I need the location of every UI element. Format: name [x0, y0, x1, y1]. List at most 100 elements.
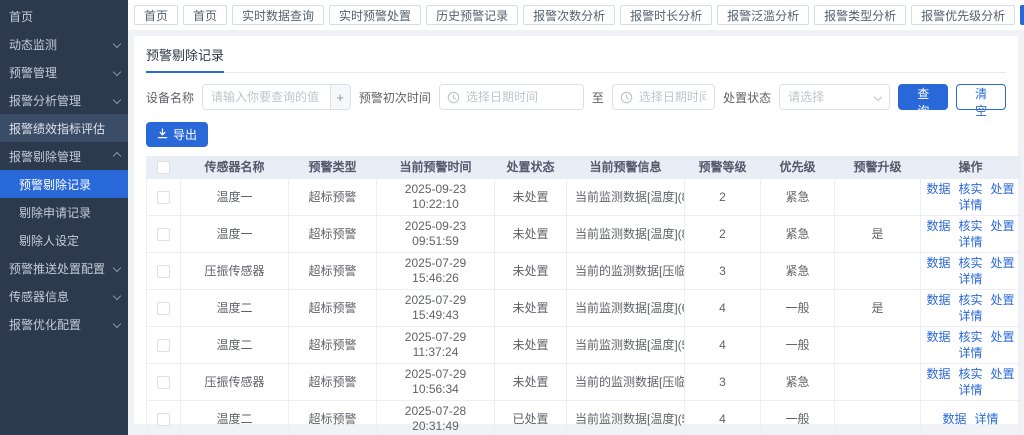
handle-status-select[interactable]	[779, 84, 890, 110]
sidebar-item-remover-setting[interactable]: 剔除人设定	[0, 226, 128, 254]
row-checkbox[interactable]	[157, 376, 170, 389]
title-row: 预警剔除记录	[146, 36, 1006, 73]
tab-label: 实时预警处置	[339, 7, 411, 24]
action-verify-link[interactable]: 核实	[958, 330, 982, 345]
tab-label: 报警优先级分析	[921, 7, 1005, 24]
action-handle-link[interactable]: 处置	[991, 330, 1015, 345]
table-row: 压振传感器 超标预警 2025-07-29 15:46:26 未处置 当前的监测…	[147, 253, 1021, 290]
action-data-link[interactable]: 数据	[926, 367, 950, 382]
action-handle-link[interactable]: 处置	[991, 219, 1015, 234]
row-checkbox[interactable]	[157, 265, 170, 278]
tab-realtime-alert-handle[interactable]: 实时预警处置	[329, 5, 421, 25]
action-verify-link[interactable]: 核实	[958, 182, 982, 197]
export-label: 导出	[173, 126, 197, 143]
action-verify-link[interactable]: 核实	[958, 219, 982, 234]
cell-info: 当前监测数据[温度](59.0...	[567, 401, 685, 435]
sidebar-item-label: 报警绩效指标评估	[9, 120, 120, 137]
action-detail-link[interactable]: 详情	[958, 235, 982, 250]
sidebar: 首页 动态监测 预警管理 报警分析管理 报警绩效指标评估 报警剔除管理 预警剔除…	[0, 0, 128, 435]
action-detail-link[interactable]: 详情	[958, 383, 982, 398]
row-checkbox[interactable]	[157, 339, 170, 352]
cell-upgrade	[835, 179, 921, 216]
handle-status-label: 处置状态	[723, 89, 771, 106]
cell-info: 当前监测数据[温度](83.0...	[567, 179, 685, 216]
action-handle-link[interactable]: 处置	[991, 293, 1015, 308]
sidebar-item-removal-mgmt[interactable]: 报警剔除管理	[0, 142, 128, 170]
device-name-input[interactable]	[203, 85, 330, 109]
cell-upgrade	[835, 327, 921, 364]
tab-home-2[interactable]: 首页	[183, 5, 227, 25]
table-header-row: 传感器名称 预警类型 当前预警时间 处置状态 当前预警信息 预警等级 优先级 预…	[147, 157, 1021, 179]
cell-status: 未处置	[495, 179, 567, 216]
sidebar-item-kpi-evaluation[interactable]: 报警绩效指标评估	[0, 114, 128, 142]
cell-time: 2025-07-29 11:37:24	[377, 327, 495, 364]
sidebar-item-alarm-analysis-mgmt[interactable]: 报警分析管理	[0, 86, 128, 114]
cell-time: 2025-07-29 15:46:26	[377, 253, 495, 290]
action-detail-link[interactable]: 详情	[958, 309, 982, 324]
action-detail-link[interactable]: 详情	[958, 346, 982, 361]
cell-time: 2025-07-29 10:56:34	[377, 364, 495, 401]
sidebar-item-sensor-info[interactable]: 传感器信息	[0, 282, 128, 310]
end-datetime-field	[612, 84, 715, 110]
sidebar-item-optimize-config[interactable]: 报警优化配置	[0, 310, 128, 338]
tab-history-alert-records[interactable]: 历史预警记录	[426, 5, 518, 25]
sidebar-item-label: 剔除人设定	[19, 232, 120, 249]
action-data-link[interactable]: 数据	[926, 256, 950, 271]
tab-alarm-flood-analysis[interactable]: 报警泛滥分析	[717, 5, 809, 25]
action-data-link[interactable]: 数据	[926, 293, 950, 308]
row-checkbox[interactable]	[157, 302, 170, 315]
action-data-link[interactable]: 数据	[926, 330, 950, 345]
tab-alarm-duration-analysis[interactable]: 报警时长分析	[620, 5, 712, 25]
sidebar-item-label: 预警管理	[9, 64, 110, 81]
action-verify-link[interactable]: 核实	[958, 293, 982, 308]
tab-alarm-priority-analysis[interactable]: 报警优先级分析	[911, 5, 1015, 25]
cell-sensor: 压振传感器	[181, 253, 289, 290]
tab-home-1[interactable]: 首页	[134, 5, 178, 25]
action-detail-link[interactable]: 详情	[958, 198, 982, 213]
cell-priority: 一般	[761, 401, 835, 435]
row-checkbox[interactable]	[157, 413, 170, 426]
action-data-link[interactable]: 数据	[926, 182, 950, 197]
sidebar-item-push-handle-config[interactable]: 预警推送处置配置	[0, 254, 128, 282]
action-handle-link[interactable]: 处置	[991, 256, 1015, 271]
cell-sensor: 温度二	[181, 290, 289, 327]
sidebar-item-alert-mgmt[interactable]: 预警管理	[0, 58, 128, 86]
action-verify-link[interactable]: 核实	[958, 256, 982, 271]
tab-label: 实时数据查询	[242, 7, 314, 24]
main-area: 首页 首页 实时数据查询 实时预警处置 历史预警记录 报警次数分析 报警时长分析…	[128, 0, 1024, 435]
clear-button[interactable]: 清空	[956, 84, 1006, 110]
tab-removal-records-active[interactable]: 预警剔除记录 ×	[1020, 5, 1024, 25]
col-alert-upgrade: 预警升级	[835, 157, 921, 179]
tab-realtime-data-query[interactable]: 实时数据查询	[232, 5, 324, 25]
action-data-link[interactable]: 数据	[942, 412, 966, 427]
tab-alarm-count-analysis[interactable]: 报警次数分析	[523, 5, 615, 25]
cell-type: 超标预警	[289, 364, 377, 401]
row-checkbox[interactable]	[157, 191, 170, 204]
tab-alarm-type-analysis[interactable]: 报警类型分析	[814, 5, 906, 25]
tab-label: 首页	[144, 7, 168, 24]
select-all-checkbox[interactable]	[157, 161, 170, 174]
search-button[interactable]: 查询	[898, 84, 948, 110]
download-icon	[157, 128, 168, 142]
cell-sensor: 温度一	[181, 179, 289, 216]
sidebar-item-removal-records[interactable]: 预警剔除记录	[0, 170, 128, 198]
action-handle-link[interactable]: 处置	[991, 367, 1015, 382]
cell-level: 4	[685, 327, 761, 364]
start-datetime-input[interactable]	[440, 85, 583, 109]
sidebar-item-removal-apply-records[interactable]: 剔除申请记录	[0, 198, 128, 226]
to-label: 至	[592, 89, 604, 106]
toolbar: 导出	[146, 122, 1006, 147]
sidebar-item-dynamic-monitor[interactable]: 动态监测	[0, 30, 128, 58]
add-condition-button[interactable]: +	[330, 85, 350, 109]
action-data-link[interactable]: 数据	[926, 219, 950, 234]
action-detail-link[interactable]: 详情	[975, 412, 999, 427]
sidebar-item-home[interactable]: 首页	[0, 2, 128, 30]
device-name-field: +	[202, 84, 351, 110]
action-detail-link[interactable]: 详情	[958, 272, 982, 287]
export-button[interactable]: 导出	[146, 122, 208, 147]
row-checkbox[interactable]	[157, 228, 170, 241]
cell-priority: 一般	[761, 327, 835, 364]
chevron-down-icon	[113, 264, 121, 272]
action-verify-link[interactable]: 核实	[958, 367, 982, 382]
action-handle-link[interactable]: 处置	[991, 182, 1015, 197]
